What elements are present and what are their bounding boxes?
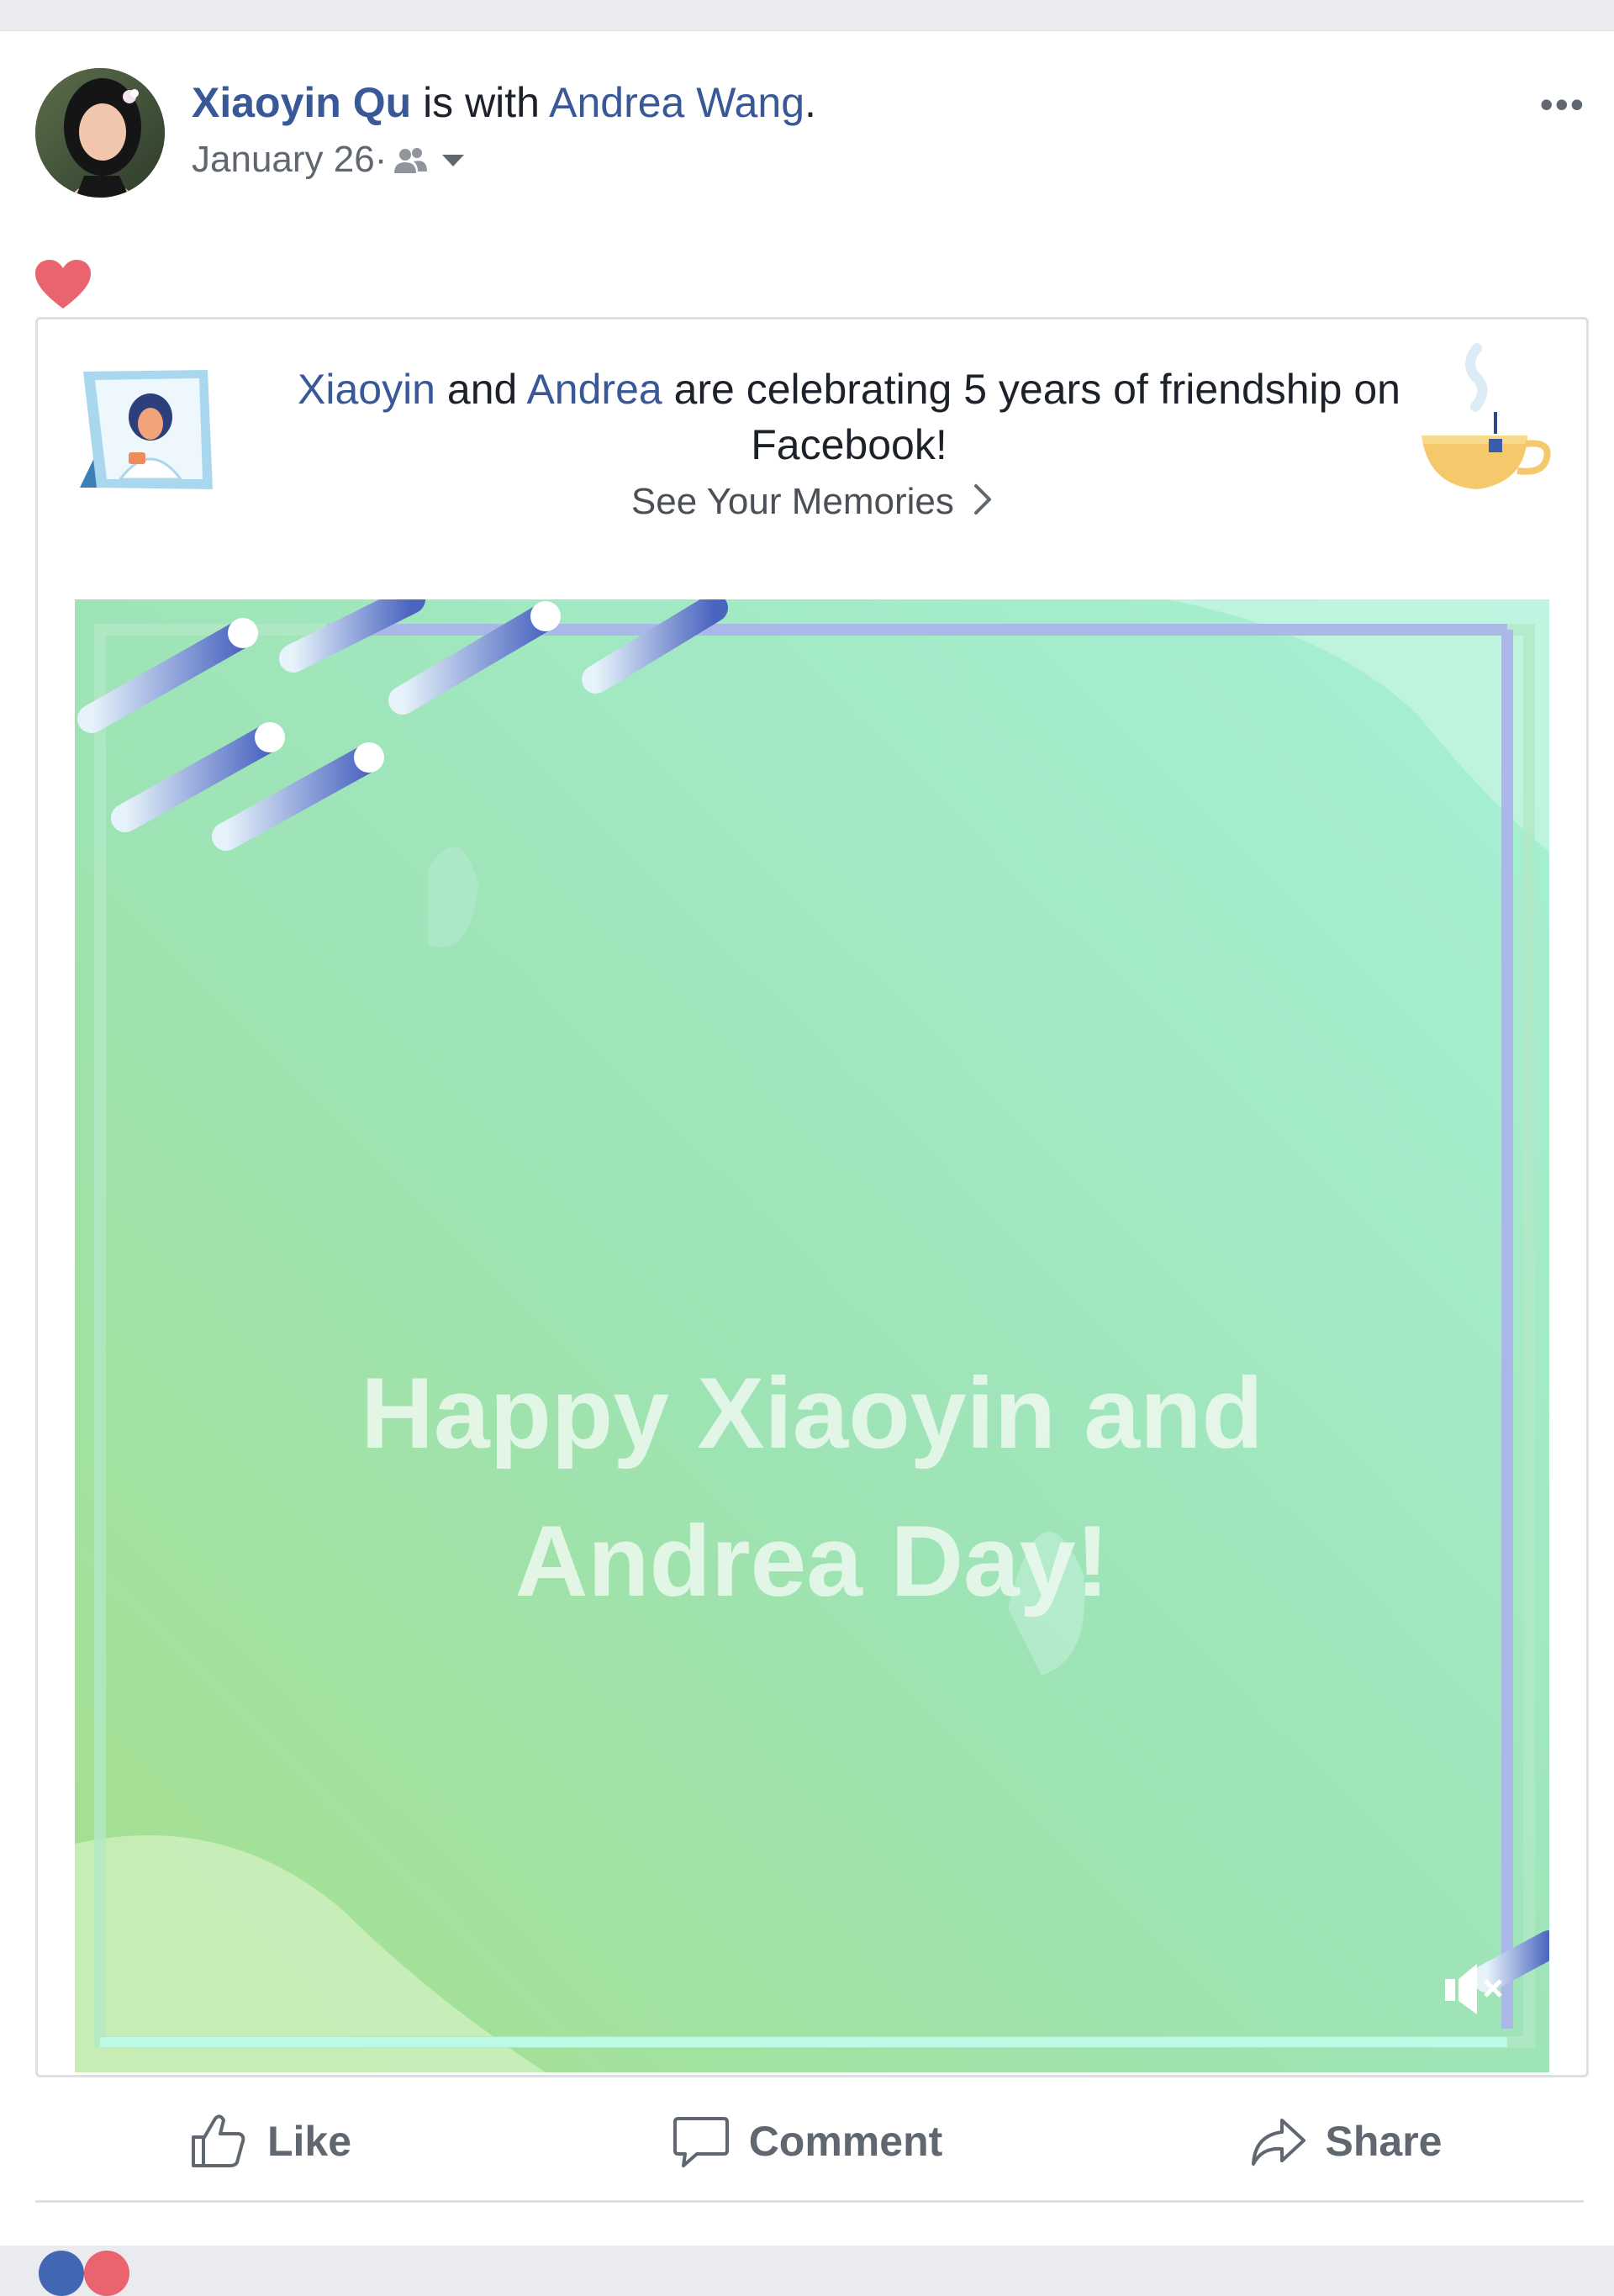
audience-dropdown-icon[interactable] [440, 151, 466, 168]
comment-button[interactable]: Comment [538, 2091, 1076, 2192]
post-card: Xiaoyin Qu is with Andrea Wang. January … [0, 30, 1614, 2296]
like-button[interactable]: Like [0, 2091, 538, 2192]
chevron-right-icon [973, 483, 993, 525]
comment-label: Comment [748, 2118, 943, 2165]
friend-name-link-2[interactable]: Andrea [526, 366, 662, 413]
video-caption-line-2: Andrea Day! [514, 1505, 1110, 1618]
action-divider [35, 2200, 1584, 2203]
like-reaction-icon [39, 2251, 84, 2296]
celebration-video[interactable]: Happy Xiaoyin and Andrea Day! [75, 599, 1549, 2072]
heart-icon [34, 258, 92, 316]
author-name-link[interactable]: Xiaoyin Qu [192, 79, 411, 126]
meta-separator: · [374, 139, 388, 180]
period-text: . [804, 79, 816, 126]
and-text: and [435, 366, 527, 413]
tagged-friend-link[interactable]: Andrea Wang [549, 79, 804, 126]
post-meta: January 26 · [192, 139, 466, 181]
like-label: Like [266, 2118, 352, 2165]
video-caption-line-1: Happy Xiaoyin and [361, 1357, 1263, 1470]
see-memories-label: See Your Memories [630, 481, 954, 522]
video-caption: Happy Xiaoyin and Andrea Day! [75, 1339, 1549, 1635]
post-options-button[interactable]: ••• [1540, 82, 1585, 127]
mute-toggle-icon[interactable] [1442, 1959, 1509, 2022]
friendship-anniversary-card: Xiaoyin and Andrea are celebrating 5 yea… [35, 317, 1589, 2077]
friends-audience-icon[interactable] [392, 145, 429, 175]
portrait-frame-illustration [66, 362, 218, 500]
author-avatar[interactable] [35, 68, 165, 198]
see-memories-link[interactable]: See Your Memories [38, 481, 1586, 525]
tea-cup-illustration [1418, 340, 1553, 504]
share-button[interactable]: Share [1076, 2091, 1614, 2192]
post-header: Xiaoyin Qu is with Andrea Wang. [192, 78, 816, 127]
celebration-message: Xiaoyin and Andrea are celebrating 5 yea… [256, 362, 1442, 472]
post-action-bar: Like Comment Share [0, 2091, 1614, 2192]
share-arrow-icon [1248, 2112, 1326, 2171]
post-date[interactable]: January 26 [192, 139, 375, 181]
thumbs-up-icon [187, 2112, 267, 2171]
comment-bubble-icon [672, 2112, 749, 2171]
with-text: is with [411, 79, 550, 126]
share-label: Share [1325, 2118, 1443, 2165]
love-reaction-icon [84, 2251, 129, 2296]
celebration-text: are celebrating 5 years of friendship on… [662, 366, 1400, 468]
friend-name-link-1[interactable]: Xiaoyin [298, 366, 435, 413]
